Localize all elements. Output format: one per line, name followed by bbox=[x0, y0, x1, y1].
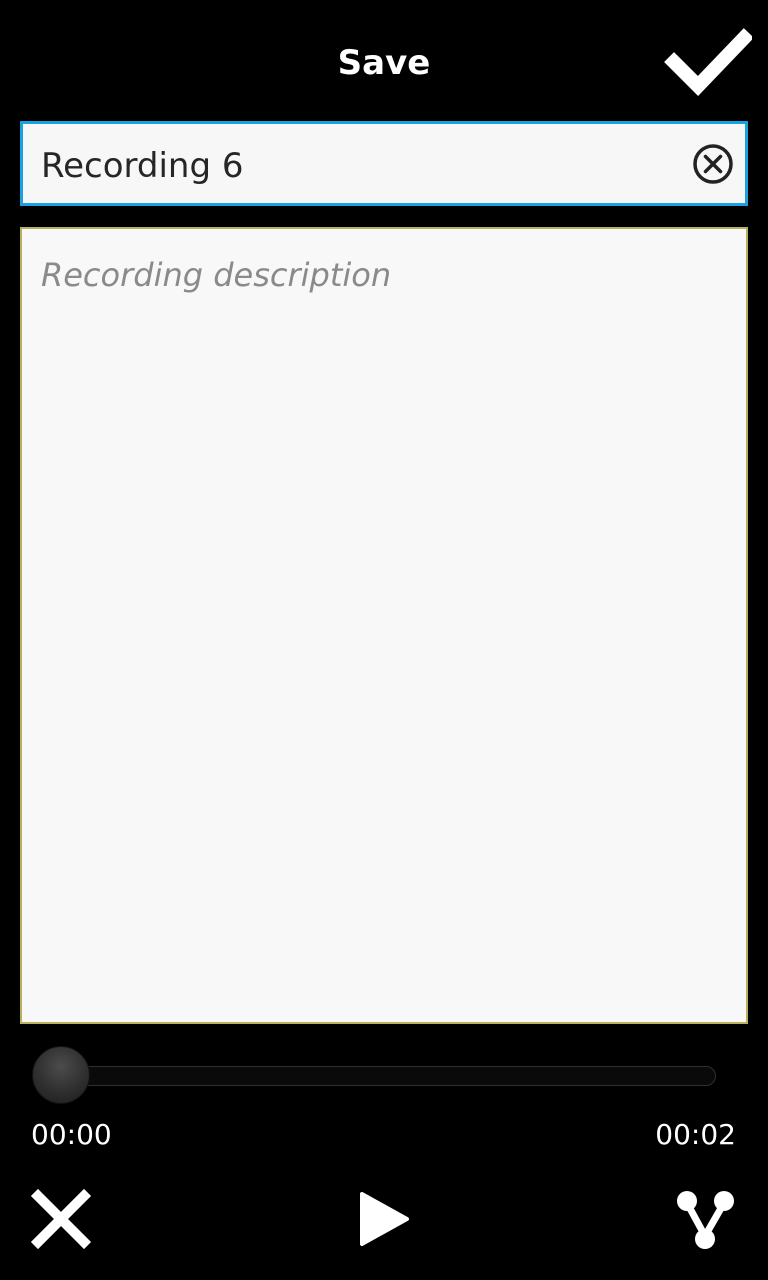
playback-seek-track[interactable] bbox=[52, 1066, 716, 1086]
play-button[interactable] bbox=[347, 1184, 417, 1254]
total-time-label: 00:02 bbox=[655, 1118, 736, 1151]
checkmark-icon bbox=[664, 28, 752, 97]
close-x-icon bbox=[30, 1188, 92, 1250]
playback-seek-handle[interactable] bbox=[32, 1046, 90, 1104]
recording-title-input[interactable]: Recording 6 bbox=[20, 121, 748, 206]
clear-circle-x-icon bbox=[693, 144, 733, 184]
description-placeholder: Recording description bbox=[41, 256, 392, 294]
save-confirm-button[interactable] bbox=[664, 22, 752, 102]
play-icon bbox=[360, 1192, 409, 1246]
recording-description-input[interactable]: Recording description bbox=[20, 227, 748, 1024]
recording-title-value[interactable]: Recording 6 bbox=[41, 146, 244, 186]
page-title: Save bbox=[337, 43, 431, 83]
clear-title-button[interactable] bbox=[692, 143, 734, 185]
current-time-label: 00:00 bbox=[31, 1118, 112, 1151]
cancel-button[interactable] bbox=[26, 1184, 96, 1254]
share-icon bbox=[677, 1191, 734, 1249]
action-bar bbox=[0, 1170, 768, 1280]
title-bar: Save bbox=[0, 0, 768, 122]
share-button[interactable] bbox=[670, 1184, 740, 1254]
